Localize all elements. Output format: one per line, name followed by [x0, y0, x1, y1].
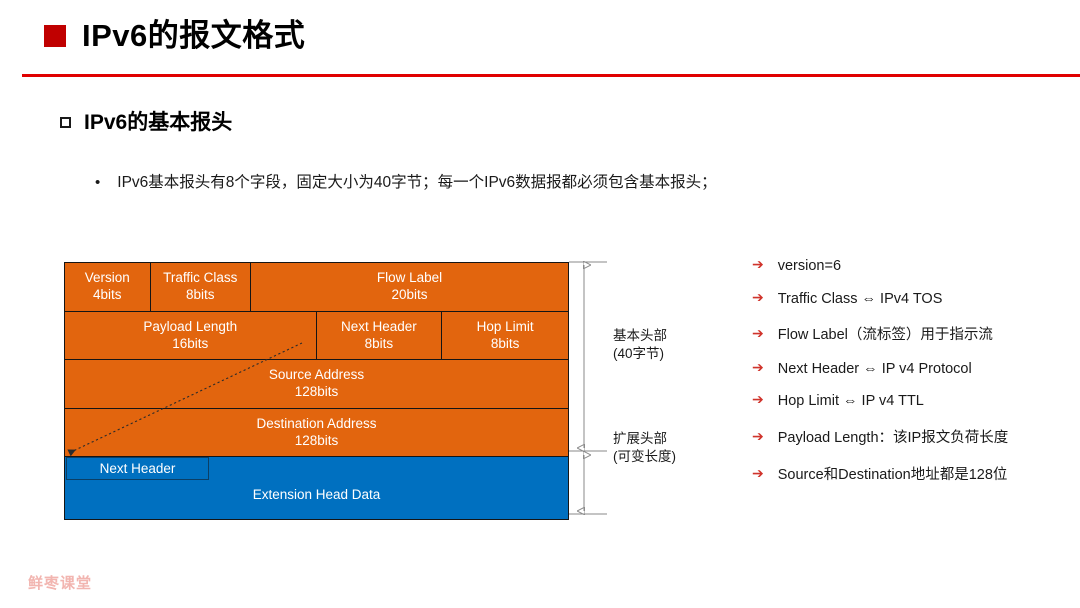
- list-item-label: Flow Label（流标签）用于指示流: [777, 327, 993, 343]
- arrow-right-icon: ➔: [752, 288, 764, 305]
- list-item: ➔ Hop Limit ⇔ IP v4 TTL: [752, 391, 1072, 409]
- body-bullet: • IPv6基本报头有8个字段，固定大小为40字节；每一个IPv6数据报都必须包…: [95, 170, 717, 192]
- list-item-label: Hop Limit ⇔ IP v4 TTL: [777, 393, 924, 409]
- measure-label-basic-header: 基本头部 (40字节): [613, 327, 667, 363]
- measure-label-extension-header: 扩展头部 (可变长度): [613, 430, 676, 466]
- extension-next-header-box: Next Header: [66, 457, 209, 481]
- list-item-label: Next Header ⇔ IP v4 Protocol: [777, 360, 972, 377]
- field-destination-address: Destination Address 128bits: [65, 408, 568, 457]
- field-name: Destination Address: [256, 415, 377, 431]
- arrow-right-icon: ➔: [752, 391, 764, 407]
- extension-data-label: Extension Head Data: [252, 487, 381, 503]
- arrow-right-icon: ➔: [752, 465, 764, 481]
- measure-label-line2: (40字节): [613, 346, 665, 362]
- field-bits: 128bits: [294, 384, 339, 400]
- field-bits: 16bits: [172, 335, 209, 351]
- field-bits: 8bits: [490, 335, 520, 351]
- field-flow-label: Flow Label 20bits: [251, 263, 568, 311]
- field-bits: 8bits: [186, 287, 215, 303]
- field-bits: 20bits: [391, 287, 428, 303]
- arrow-right-icon: ➔: [752, 256, 764, 272]
- list-item: ➔ Flow Label（流标签）用于指示流: [752, 323, 1072, 344]
- field-version: Version 4bits: [65, 263, 151, 311]
- subheading: IPv6的基本报头: [60, 106, 232, 136]
- header-row-4: Destination Address 128bits: [64, 407, 569, 458]
- measure-arrows-icon: [569, 255, 607, 525]
- title-divider: [22, 74, 1080, 77]
- measure-label-line1: 基本头部: [613, 328, 667, 343]
- field-name: Hop Limit: [476, 318, 534, 334]
- list-item-label: Traffic Class ⇔ IPv4 TOS: [777, 290, 943, 307]
- extension-header-block: Next Header Extension Head Data: [64, 457, 569, 521]
- field-name: Traffic Class: [163, 270, 238, 285]
- field-name: Version: [84, 270, 130, 285]
- hollow-square-marker-icon: [60, 116, 71, 128]
- list-item-label: Source和Destination地址都是128位: [777, 467, 1008, 483]
- field-next-header: Next Header 8bits: [316, 311, 443, 360]
- list-item: ➔ Traffic Class ⇔ IPv4 TOS: [752, 288, 1072, 307]
- field-source-address: Source Address 128bits: [65, 360, 568, 408]
- field-name: Source Address: [268, 367, 365, 383]
- field-name: Payload Length: [143, 318, 238, 334]
- list-item-label: version=6: [777, 258, 842, 274]
- field-hop-limit: Hop Limit 8bits: [442, 311, 568, 360]
- field-bits: 4bits: [92, 287, 122, 303]
- list-item: ➔ Payload Length：该IP报文负荷长度: [752, 426, 1072, 447]
- field-name: Next Header: [340, 318, 417, 334]
- ipv6-header-diagram: Version 4bits Traffic Class 8bits Flow L…: [64, 262, 569, 521]
- arrow-right-icon: ➔: [752, 358, 764, 375]
- field-bits: 8bits: [364, 335, 394, 351]
- subheading-text: IPv6的基本报头: [84, 111, 233, 134]
- header-row-3: Source Address 128bits: [64, 359, 569, 408]
- measure-label-line1: 扩展头部: [613, 431, 667, 446]
- list-item-label: Payload Length：该IP报文负荷长度: [777, 429, 1009, 446]
- field-explanation-list: ➔ version=6 ➔ Traffic Class ⇔ IPv4 TOS ➔…: [752, 256, 1072, 501]
- field-name: Flow Label: [376, 270, 443, 285]
- header-size-measures: 基本头部 (40字节) 扩展头部 (可变长度): [569, 255, 739, 525]
- field-payload-length: Payload Length 16bits: [65, 311, 317, 360]
- title-text: IPv6的报文格式: [82, 18, 306, 53]
- arrow-right-icon: ➔: [752, 325, 764, 341]
- arrow-right-icon: ➔: [752, 427, 764, 444]
- list-item: ➔ Source和Destination地址都是128位: [752, 463, 1072, 484]
- measure-label-line2: (可变长度): [613, 449, 676, 465]
- title-square-marker-icon: [44, 24, 66, 47]
- page-title: IPv6的报文格式: [44, 20, 305, 51]
- field-traffic-class: Traffic Class 8bits: [150, 263, 252, 311]
- field-bits: 128bits: [294, 432, 339, 448]
- bullet-dot-icon: •: [95, 174, 101, 191]
- header-row-1: Version 4bits Traffic Class 8bits Flow L…: [64, 262, 569, 311]
- list-item: ➔ version=6: [752, 256, 1072, 274]
- footer-watermark: 鲜枣课堂: [28, 575, 93, 592]
- list-item: ➔ Next Header ⇔ IP v4 Protocol: [752, 358, 1072, 377]
- bullet-text: IPv6基本报头有8个字段，固定大小为40字节；每一个IPv6数据报都必须包含基…: [117, 174, 717, 191]
- header-row-2: Payload Length 16bits Next Header 8bits …: [64, 310, 569, 360]
